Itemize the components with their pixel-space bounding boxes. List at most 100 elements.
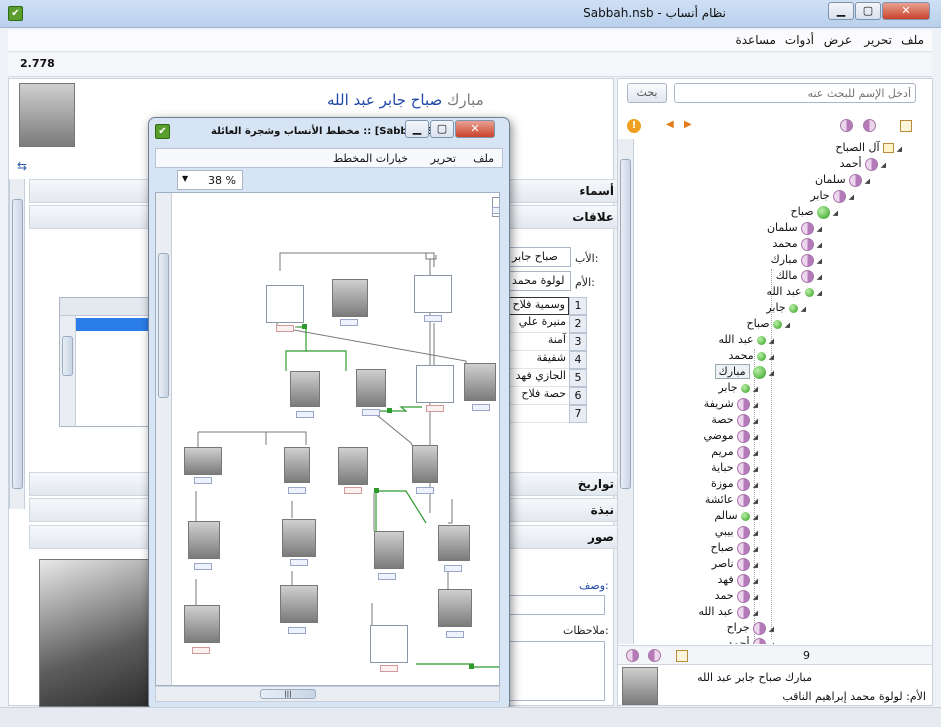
child-row[interactable]: 7: [507, 405, 587, 423]
expand-arrow-icon[interactable]: ◢: [769, 353, 774, 361]
tree-item[interactable]: ◢ جابر: [766, 301, 806, 317]
chart-node-photo[interactable]: [438, 525, 470, 561]
tree-item[interactable]: ◢ مالك: [776, 269, 822, 285]
chart-node-photo[interactable]: [438, 589, 472, 627]
expand-arrow-icon[interactable]: ◢: [753, 481, 758, 489]
expand-arrow-icon[interactable]: ◢: [817, 289, 822, 297]
expand-arrow-icon[interactable]: ◢: [769, 337, 774, 345]
tree-item[interactable]: ◢ سلمان: [767, 221, 822, 237]
expand-arrow-icon[interactable]: ◢: [769, 641, 774, 644]
chart-maximize-button[interactable]: ▢: [430, 120, 454, 138]
child-row[interactable]: منيرة علي 2: [507, 315, 587, 333]
tree-item[interactable]: ◢ حصة: [711, 413, 758, 429]
zoom-select[interactable]: ▼ 38 %: [177, 170, 243, 190]
chart-node-label[interactable]: [296, 411, 314, 418]
expand-arrow-icon[interactable]: ◢: [897, 145, 902, 153]
expand-arrow-icon[interactable]: ◢: [769, 369, 774, 377]
tree-item[interactable]: ◢ عبد الله: [767, 285, 823, 301]
expand-arrow-icon[interactable]: ◢: [753, 561, 758, 569]
checkbox-icon[interactable]: [676, 650, 688, 662]
tree-scrollbar-thumb[interactable]: [620, 159, 631, 489]
chart-node-photo[interactable]: [282, 519, 316, 557]
chart-node-photo[interactable]: [338, 447, 368, 485]
chart-node-label[interactable]: [276, 325, 294, 332]
listbox-scrollbar-thumb[interactable]: [62, 336, 73, 376]
tree-item[interactable]: ◢ موزة: [711, 477, 758, 493]
expand-arrow-icon[interactable]: ◢: [753, 577, 758, 585]
chart-node-label[interactable]: [416, 487, 434, 494]
chart-node-label[interactable]: [426, 405, 444, 412]
tree-item[interactable]: ◢ جراح: [727, 621, 774, 637]
chart-menu-file[interactable]: ملف: [473, 152, 494, 165]
chart-node-label[interactable]: [472, 404, 490, 411]
tree-item[interactable]: ◢ أحمد: [840, 157, 886, 173]
search-input[interactable]: [674, 83, 916, 103]
chart-node-photo[interactable]: [284, 447, 310, 483]
expand-arrow-icon[interactable]: ◢: [817, 241, 822, 249]
menu-tools[interactable]: أدوات: [785, 33, 814, 47]
menu-help[interactable]: مساعدة: [735, 33, 776, 47]
female-filter-icon[interactable]: [840, 119, 853, 132]
tree-item[interactable]: ◢ عائشة: [705, 493, 758, 509]
tree-item[interactable]: ◢ صباح: [746, 317, 790, 333]
tree-item[interactable]: ◢ سلمان: [815, 173, 870, 189]
chart-node-photo[interactable]: [412, 445, 438, 483]
expand-arrow-icon[interactable]: ◢: [833, 209, 838, 217]
chart-node-label[interactable]: [288, 487, 306, 494]
chart-node-photo[interactable]: [290, 371, 320, 407]
child-row[interactable]: الجازي فهد 5: [507, 369, 587, 387]
tree-item[interactable]: ◢ مبارك: [714, 364, 774, 381]
tree-item[interactable]: ◢ مريم: [711, 445, 758, 461]
search-button[interactable]: بحث: [627, 83, 667, 103]
maximize-button[interactable]: ▢: [855, 2, 881, 20]
tree-item[interactable]: ◢ صباح: [710, 541, 758, 557]
tree-item[interactable]: ◢ بيبي: [715, 525, 758, 541]
chart-node-label[interactable]: [194, 563, 212, 570]
chart-node-photo[interactable]: [374, 531, 404, 569]
expand-arrow-icon[interactable]: ◢: [753, 465, 758, 473]
father-field[interactable]: صباح جابر: [507, 247, 571, 267]
expand-arrow-icon[interactable]: ◢: [753, 433, 758, 441]
left-scrollbar-thumb[interactable]: [12, 199, 23, 489]
chart-empty-node[interactable]: [266, 285, 304, 323]
warning-icon[interactable]: !: [627, 119, 641, 133]
tree-item[interactable]: ◢ محمد: [728, 349, 774, 365]
tree-item[interactable]: ◢ جابر: [810, 189, 854, 205]
chart-node-label[interactable]: [340, 319, 358, 326]
chart-minimize-button[interactable]: ▁: [405, 120, 429, 138]
expand-arrow-icon[interactable]: ◢: [753, 401, 758, 409]
menu-view[interactable]: عرض: [824, 33, 852, 47]
chart-node-photo[interactable]: [464, 363, 496, 401]
tree-item[interactable]: ◢ موضي: [704, 429, 758, 445]
expand-arrow-icon[interactable]: ◢: [753, 385, 758, 393]
sort-icon[interactable]: ⇆: [17, 159, 27, 173]
chart-node-photo[interactable]: [184, 605, 220, 643]
expand-arrow-icon[interactable]: ◢: [881, 161, 886, 169]
chart-node-photo[interactable]: [188, 521, 220, 559]
mother-field[interactable]: لولوة محمد: [507, 271, 571, 291]
chart-horizontal-scrollbar[interactable]: |||: [155, 686, 500, 702]
expand-arrow-icon[interactable]: ◢: [817, 225, 822, 233]
close-button[interactable]: ✕: [882, 2, 930, 20]
zoom-dropdown-arrow-icon[interactable]: ▼: [182, 174, 188, 183]
expand-arrow-icon[interactable]: ◢: [753, 497, 758, 505]
checkbox-icon[interactable]: [900, 120, 912, 132]
nav-back-icon[interactable]: ◀: [666, 119, 674, 130]
female-icon[interactable]: [626, 649, 639, 662]
child-row[interactable]: وسمية فلاح 1: [507, 297, 587, 315]
tree-item[interactable]: ◢ جابر: [718, 381, 758, 397]
child-row[interactable]: حصة فلاح 6: [507, 387, 587, 405]
chart-node-photo[interactable]: [184, 447, 222, 475]
chart-node-label[interactable]: [362, 409, 380, 416]
expand-arrow-icon[interactable]: ◢: [753, 529, 758, 537]
expand-arrow-icon[interactable]: ◢: [753, 593, 758, 601]
chart-node-label[interactable]: [380, 665, 398, 672]
chart-node-label[interactable]: [192, 647, 210, 654]
chart-node-label[interactable]: [444, 565, 462, 572]
tree-item[interactable]: ◢ ناصر: [712, 557, 758, 573]
chart-menu-options[interactable]: خيارات المخطط: [333, 152, 408, 165]
tree-item[interactable]: ◢ محمد: [772, 237, 822, 253]
expand-arrow-icon[interactable]: ◢: [769, 625, 774, 633]
tree-item[interactable]: ◢ مبارك: [771, 253, 822, 269]
child-row[interactable]: آمنة 3: [507, 333, 587, 351]
